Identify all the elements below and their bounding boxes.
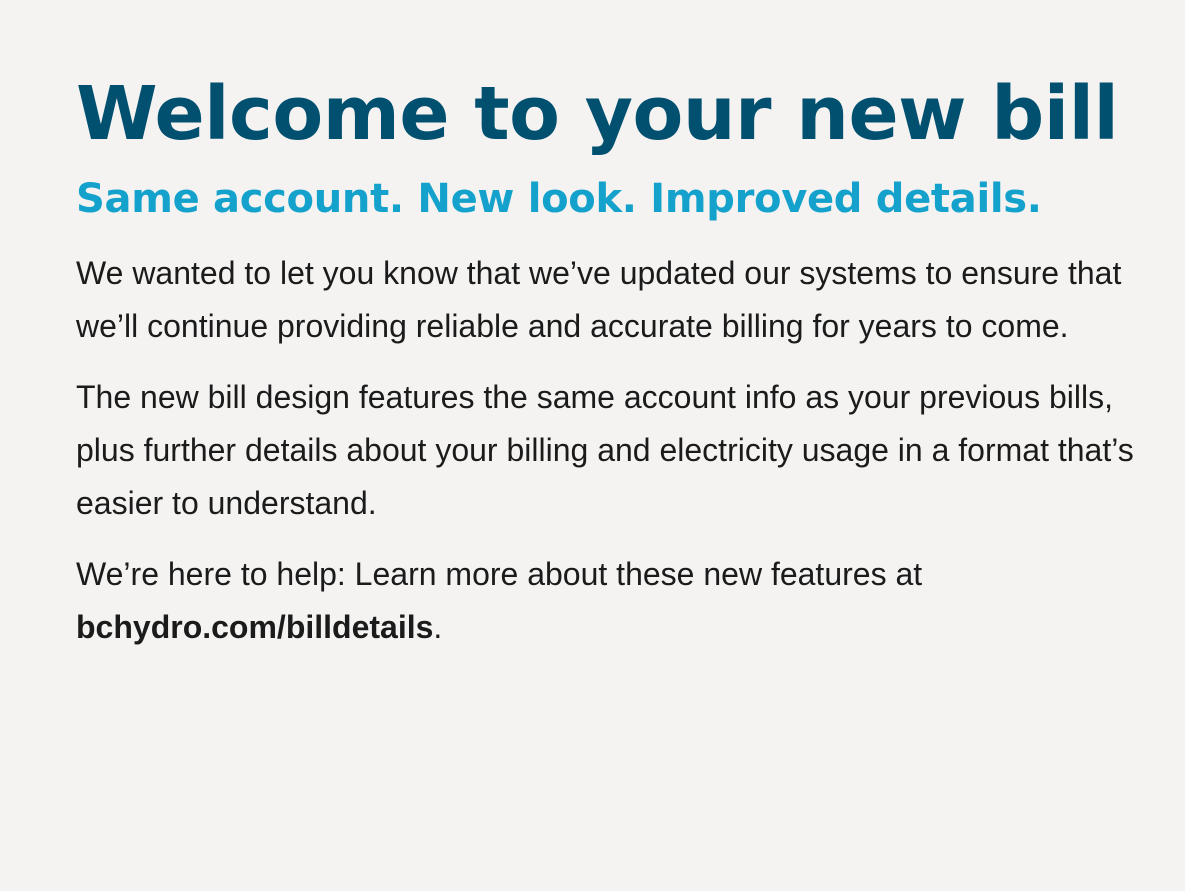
page-subtitle: Same account. New look. Improved details… (76, 176, 1042, 222)
bill-design-paragraph: The new bill design features the same ac… (76, 379, 1134, 521)
bill-welcome-page: Welcome to your new bill Same account. N… (0, 0, 1185, 891)
page-title: Welcome to your new bill (76, 71, 1119, 157)
help-paragraph-intro: We’re here to help: Learn more about the… (76, 556, 923, 592)
intro-paragraph: We wanted to let you know that we’ve upd… (76, 255, 1122, 344)
help-paragraph: We’re here to help: Learn more about the… (76, 548, 1136, 654)
help-paragraph-end: . (433, 609, 443, 645)
bill-details-link[interactable]: bchydro.com/billdetails (76, 609, 433, 645)
